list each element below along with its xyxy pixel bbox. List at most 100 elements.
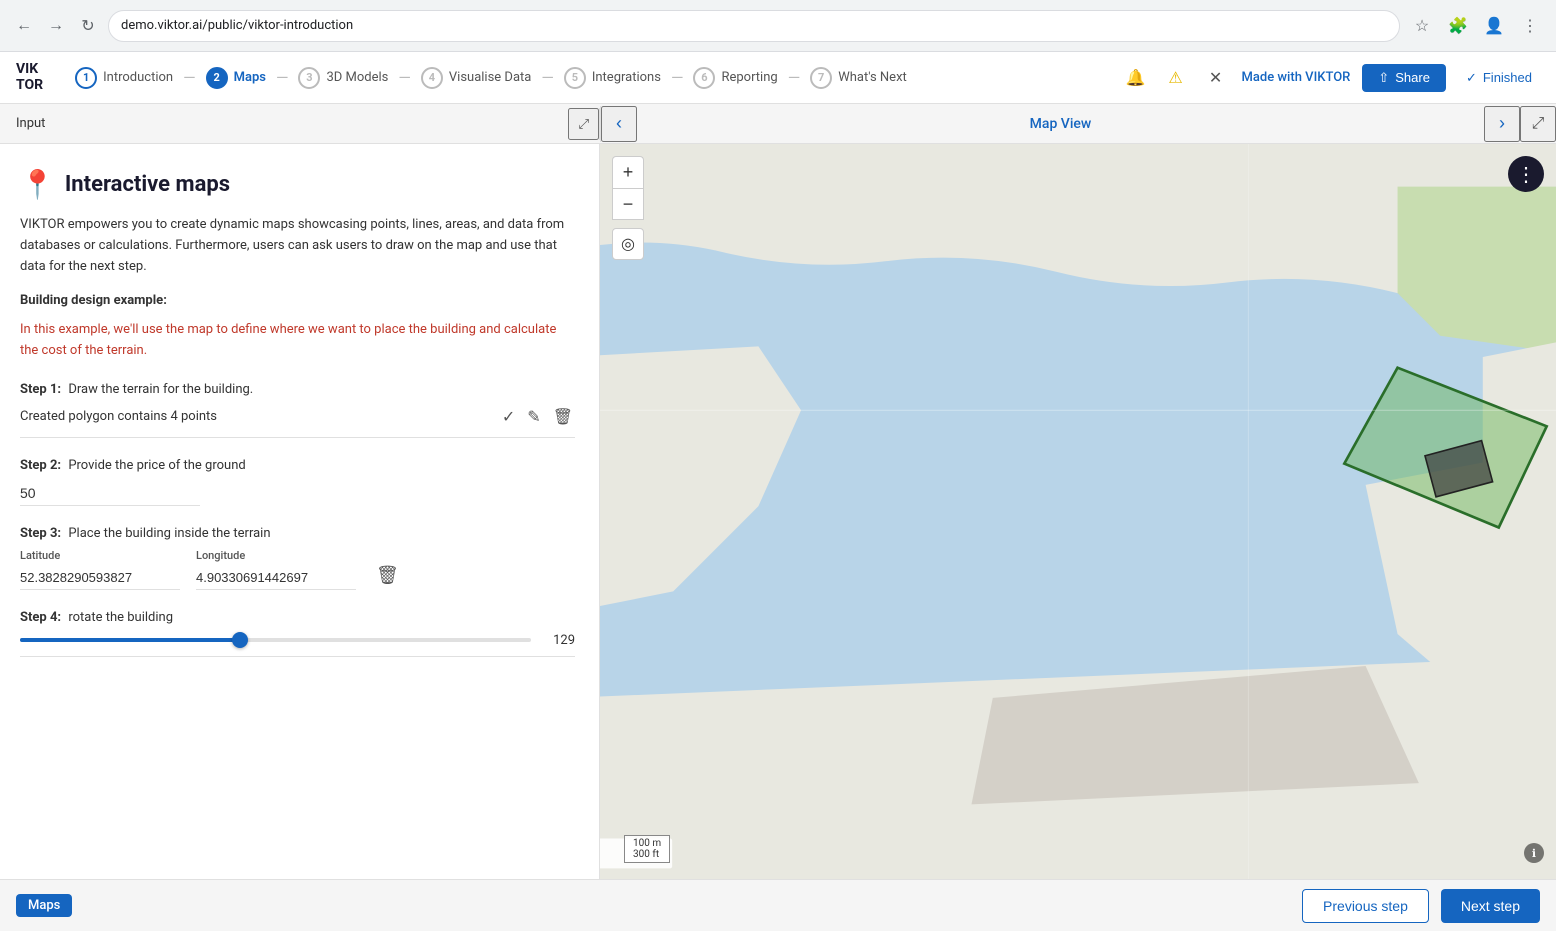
polygon-edit-button[interactable]: ✎: [525, 405, 542, 429]
address-bar[interactable]: demo.viktor.ai/public/viktor-introductio…: [108, 10, 1400, 42]
slider-line: [20, 656, 575, 657]
latitude-input[interactable]: [20, 566, 180, 590]
map-menu-button[interactable]: ⋮: [1508, 156, 1544, 192]
locate-button[interactable]: ◎: [612, 228, 644, 260]
latlong-delete-button[interactable]: 🗑: [372, 561, 403, 590]
nav-step-2[interactable]: 2 Maps: [198, 63, 274, 93]
nav-step-7[interactable]: 7 What's Next: [802, 63, 915, 93]
browser-forward-button[interactable]: →: [44, 14, 68, 38]
step-2-key: Step 2:: [20, 458, 61, 473]
nav-step-5[interactable]: 5 Integrations: [556, 63, 669, 93]
step-1-section: Step 1: Draw the terrain for the buildin…: [20, 382, 575, 438]
panel-prev-button[interactable]: ‹: [601, 106, 637, 142]
pin-icon: 📍: [20, 168, 55, 201]
nav-step-4[interactable]: 4 Visualise Data: [413, 63, 539, 93]
longitude-col: Longitude: [196, 549, 356, 590]
footer-tag: Maps: [16, 894, 72, 917]
left-panel: 📍 Interactive maps VIKTOR empowers you t…: [0, 144, 600, 879]
url-text: demo.viktor.ai/public/viktor-introductio…: [121, 18, 353, 33]
zoom-out-button[interactable]: −: [612, 188, 644, 220]
interactive-maps-title: Interactive maps: [65, 172, 230, 197]
longitude-input[interactable]: [196, 566, 356, 590]
browser-actions: ☆ 🧩 👤 ⋮: [1408, 12, 1544, 40]
expand-input-button[interactable]: ⤢: [568, 108, 599, 140]
browser-refresh-button[interactable]: ↻: [76, 14, 100, 38]
menu-button[interactable]: ⋮: [1516, 12, 1544, 40]
slider-row: 129: [20, 633, 575, 648]
map-panel-header: ‹ Map View › ⤢: [600, 106, 1556, 142]
share-button[interactable]: ⇧ Share: [1362, 64, 1446, 92]
step-3-label-row: Step 3: Place the building inside the te…: [20, 526, 271, 541]
step-num-6: 6: [693, 67, 715, 89]
step-1-row: Step 1: Draw the terrain for the buildin…: [20, 382, 575, 397]
header-right: 🔔 ⚠ ✕ Made with VIKTOR ⇧ Share ✓ Finishe…: [1122, 64, 1540, 92]
step-1-text: Draw the terrain for the building.: [65, 382, 253, 397]
step-3-key: Step 3:: [20, 526, 61, 541]
step-label-4: Visualise Data: [449, 70, 531, 85]
step-1-key: Step 1:: [20, 382, 61, 397]
polygon-delete-button[interactable]: 🗑: [551, 405, 575, 429]
step-sep-1: —: [183, 68, 196, 87]
panel-next-button[interactable]: ›: [1484, 106, 1520, 142]
next-step-button[interactable]: Next step: [1441, 889, 1540, 923]
extension-button[interactable]: 🧩: [1444, 12, 1472, 40]
map-svg: [600, 144, 1556, 879]
check-icon: ✓: [1466, 70, 1477, 86]
description-text: VIKTOR empowers you to create dynamic ma…: [20, 215, 575, 277]
sub-header: Input ⤢ ‹ Map View › ⤢: [0, 104, 1556, 144]
step-4-text: rotate the building: [65, 610, 173, 625]
warning-button[interactable]: ⚠: [1162, 64, 1190, 92]
scale-label-m: 100 m: [633, 838, 661, 849]
nav-step-3[interactable]: 3 3D Models: [290, 63, 396, 93]
step-num-7: 7: [810, 67, 832, 89]
step-label-1: Introduction: [103, 70, 173, 85]
slider-thumb[interactable]: [232, 632, 248, 648]
step-sep-3: —: [398, 68, 411, 87]
step-label-5: Integrations: [592, 70, 661, 85]
browser-bar: ← → ↻ demo.viktor.ai/public/viktor-intro…: [0, 0, 1556, 52]
latlong-cols: Latitude Longitude: [20, 549, 356, 590]
finished-button[interactable]: ✓ Finished: [1458, 66, 1540, 90]
footer: Maps Previous step Next step: [0, 879, 1556, 931]
step-3-text: Place the building inside the terrain: [65, 526, 270, 541]
step-3-row: Step 3: Place the building inside the te…: [20, 526, 575, 541]
share-icon: ⇧: [1378, 70, 1389, 86]
browser-back-button[interactable]: ←: [12, 14, 36, 38]
interactive-maps-header: 📍 Interactive maps: [20, 168, 575, 201]
close-button[interactable]: ✕: [1202, 64, 1230, 92]
profile-button[interactable]: 👤: [1480, 12, 1508, 40]
step-2-text: Provide the price of the ground: [65, 458, 246, 473]
map-area[interactable]: + − ◎ ⋮ 100 m 300 ft ℹ: [600, 144, 1556, 879]
slider-value: 129: [543, 633, 575, 648]
logo: VIK TOR: [16, 62, 43, 93]
input-label: Input: [0, 116, 568, 131]
polygon-row: Created polygon contains 4 points ✓ ✎ 🗑: [20, 405, 575, 438]
nav-step-6[interactable]: 6 Reporting: [685, 63, 785, 93]
building-design-label: Building design example:: [20, 293, 575, 308]
footer-actions: Previous step Next step: [1302, 889, 1540, 923]
step-2-row: Step 2: Provide the price of the ground: [20, 458, 575, 473]
slider-fill: [20, 638, 240, 642]
price-input[interactable]: [20, 481, 200, 506]
step-4-key: Step 4:: [20, 610, 61, 625]
previous-step-button[interactable]: Previous step: [1302, 889, 1429, 923]
step-sep-5: —: [671, 68, 684, 87]
polygon-actions: ✓ ✎ 🗑: [500, 405, 575, 429]
map-info-button[interactable]: ℹ: [1524, 843, 1544, 863]
panel-expand-button[interactable]: ⤢: [1520, 106, 1556, 142]
step-4-row: Step 4: rotate the building: [20, 610, 575, 625]
bookmark-button[interactable]: ☆: [1408, 12, 1436, 40]
zoom-in-button[interactable]: +: [612, 156, 644, 188]
latlong-row: Latitude Longitude 🗑: [20, 549, 575, 590]
latitude-label: Latitude: [20, 549, 180, 562]
step-num-3: 3: [298, 67, 320, 89]
polygon-check-button[interactable]: ✓: [500, 405, 517, 429]
slider-track[interactable]: [20, 638, 531, 642]
step-num-1: 1: [75, 67, 97, 89]
scale-label-ft: 300 ft: [633, 849, 661, 860]
notification-button[interactable]: 🔔: [1122, 64, 1150, 92]
nav-step-1[interactable]: 1 Introduction: [67, 63, 181, 93]
made-with-label: Made with VIKTOR: [1242, 70, 1351, 85]
latitude-col: Latitude: [20, 549, 180, 590]
step-sep-2: —: [276, 68, 289, 87]
